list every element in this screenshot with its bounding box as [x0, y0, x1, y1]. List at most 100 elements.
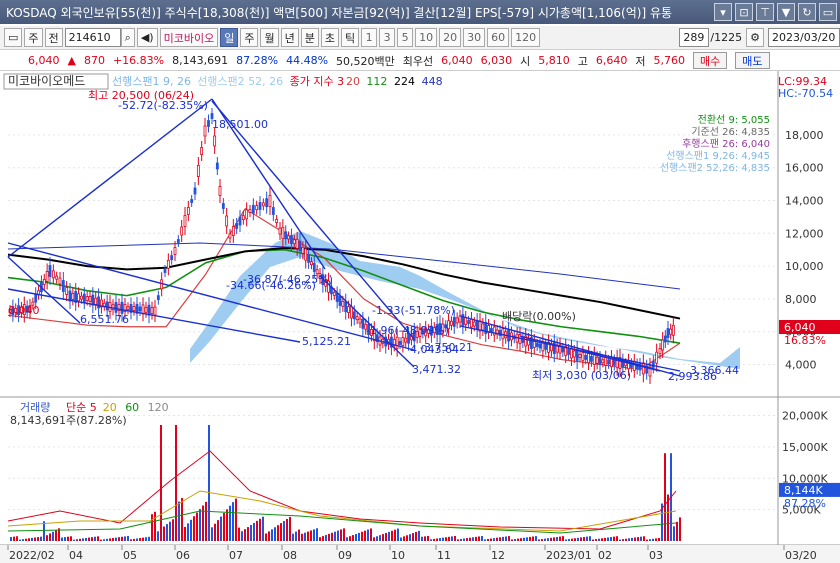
volume-legend-item: 20	[103, 401, 117, 414]
window-mode-icon[interactable]: ⊡	[735, 3, 753, 21]
interval-3[interactable]: 3	[379, 28, 396, 47]
last-pct-label: 16.83%	[784, 334, 826, 347]
maximize-icon[interactable]: ▭	[819, 3, 837, 21]
volume-bar	[13, 536, 15, 541]
candle-body	[190, 199, 194, 203]
volume-bar	[655, 538, 657, 541]
interval-5[interactable]: 5	[397, 28, 414, 47]
volume-bar	[319, 537, 321, 541]
x-axis-label: 02	[598, 549, 612, 562]
volume-bar	[268, 531, 270, 541]
volume-bar	[523, 537, 525, 541]
volume-bar	[199, 509, 201, 541]
chart-settings-icon[interactable]: ⚙	[746, 28, 764, 47]
market-select[interactable]: 주	[24, 28, 43, 47]
period-second[interactable]: 초	[320, 28, 339, 47]
candle-body	[352, 311, 356, 320]
hc-label: HC:-70.54	[778, 87, 833, 100]
volume-bar	[481, 536, 483, 541]
interval-30[interactable]: 30	[463, 28, 486, 47]
candle-body	[166, 259, 170, 269]
candle-body	[287, 235, 290, 240]
price-y-tick: 12,000	[785, 227, 824, 240]
volume-bar	[526, 537, 528, 541]
volume-bar	[406, 535, 408, 541]
volume-bar	[475, 536, 477, 541]
stock-code-input[interactable]: 214610	[64, 28, 121, 47]
buy-button[interactable]: 매수	[693, 52, 728, 69]
volume-bar	[133, 538, 135, 541]
volume-bar	[91, 537, 93, 541]
candle-body	[595, 356, 599, 364]
refresh-icon[interactable]: ↻	[798, 3, 816, 21]
candle-body	[65, 287, 69, 295]
prev-button[interactable]: 전	[44, 28, 63, 47]
volume-bar	[469, 537, 471, 541]
volume-bar	[331, 532, 333, 541]
period-minute[interactable]: 분	[300, 28, 319, 47]
search-icon[interactable]: ⌕	[120, 28, 135, 47]
low-price: 5,760	[653, 54, 686, 67]
volume-bar	[85, 537, 87, 541]
volume-bar	[229, 505, 231, 541]
period-week[interactable]: 주	[240, 28, 259, 47]
interval-20[interactable]: 20	[439, 28, 462, 47]
volume-bar	[424, 536, 426, 541]
volume-bar	[418, 530, 420, 541]
candle-body	[94, 297, 98, 305]
period-day[interactable]: 일	[220, 28, 239, 47]
dropdown-icon[interactable]: ▾	[714, 3, 732, 21]
volume-bar	[67, 536, 69, 541]
pin-icon[interactable]: ⊤	[756, 3, 774, 21]
candle-body	[221, 203, 225, 209]
turnover: 44.48%	[286, 54, 329, 67]
volume-bar	[367, 529, 369, 541]
layout-button[interactable]: ▭	[4, 28, 23, 47]
candle-body	[278, 227, 282, 235]
ask-price: 6,040	[441, 54, 473, 67]
chart-area[interactable]: 4,0006,0008,00010,00012,00014,00016,0001…	[0, 71, 840, 563]
volume-bar	[370, 528, 372, 541]
volume-bar	[238, 527, 240, 541]
sound-icon[interactable]: ◀)	[136, 28, 158, 47]
interval-1[interactable]: 1	[361, 28, 378, 47]
interval-60[interactable]: 60	[487, 28, 510, 47]
low-label: 저	[635, 54, 646, 68]
candle-body	[304, 248, 308, 261]
volume-bar	[76, 539, 78, 541]
sell-button[interactable]: 매도	[735, 52, 770, 69]
volume-bar	[79, 538, 81, 541]
bar-count-input[interactable]: 289	[679, 28, 710, 47]
volume-bar	[625, 538, 627, 541]
stock-name-label[interactable]: 미코바이오	[159, 28, 219, 47]
candle-body	[661, 339, 665, 351]
period-year[interactable]: 년	[280, 28, 299, 47]
period-tick[interactable]: 틱	[340, 28, 360, 47]
volume-bar	[19, 539, 21, 541]
volume-bar	[151, 514, 153, 541]
interval-10[interactable]: 10	[415, 28, 438, 47]
volume-bar	[583, 537, 585, 541]
volume-bar	[403, 536, 405, 541]
period-month[interactable]: 월	[260, 28, 279, 47]
volume-bar	[292, 533, 294, 541]
candle-body	[587, 353, 590, 364]
candle-body	[132, 306, 136, 312]
volume-bar	[88, 537, 90, 541]
volume-bar	[205, 501, 207, 541]
candle-body	[153, 306, 157, 316]
date-input[interactable]: 2023/03/20	[768, 28, 840, 47]
interval-120[interactable]: 120	[511, 28, 541, 47]
minimize-icon[interactable]: ▼	[777, 3, 795, 21]
volume-bar	[592, 539, 594, 541]
volume-bar	[622, 539, 624, 541]
volume-bar	[313, 529, 315, 541]
volume-bar	[166, 524, 168, 541]
volume-bar	[220, 516, 222, 541]
candle-body	[290, 235, 293, 244]
volume-bar	[316, 528, 318, 541]
chart-title: 미코바이오메드	[8, 74, 85, 88]
volume-bar	[181, 497, 183, 541]
candle-body	[48, 265, 52, 277]
volume-bar	[484, 539, 486, 541]
